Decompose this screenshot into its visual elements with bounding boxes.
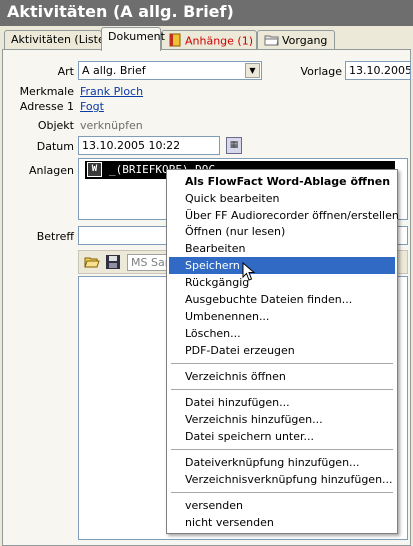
menu-item-pdf-datei-erzeugen[interactable]: PDF-Datei erzeugen <box>169 342 395 359</box>
tab-label: Aktivitäten (Liste) <box>11 33 110 46</box>
art-value: A allg. Brief <box>82 64 146 77</box>
menu-item-ausgebuchte-dateien-finden[interactable]: Ausgebuchte Dateien finden... <box>169 291 395 308</box>
anlagen-label: Anlagen <box>28 164 74 177</box>
datum-field[interactable]: 13.10.2005 10:22 <box>78 136 220 155</box>
chevron-down-icon[interactable]: ▼ <box>245 63 260 78</box>
vorlage-field[interactable]: 13.10.2005 <box>345 61 411 80</box>
tab-label: Vorgang <box>282 34 328 47</box>
tab-label: Dokument <box>108 30 165 43</box>
menu-item-oeffnen-nur-lesen[interactable]: Öffnen (nur lesen) <box>169 223 395 240</box>
menu-item-rueckgaengig[interactable]: Rückgängig <box>169 274 395 291</box>
menu-item-speichern[interactable]: Speichern <box>169 257 395 274</box>
vorlage-value: 13.10.2005 <box>349 64 411 77</box>
menu-separator <box>171 492 393 493</box>
merkmale-label: Merkmale <box>19 85 74 98</box>
menu-item-umbenennen[interactable]: Umbenennen... <box>169 308 395 325</box>
menu-separator <box>171 449 393 450</box>
adresse-label: Adresse 1 <box>19 100 74 113</box>
menu-item-bearbeiten[interactable]: Bearbeiten <box>169 240 395 257</box>
book-icon <box>168 33 182 50</box>
menu-item-dateiverknuepfung-hinzufuegen[interactable]: Dateiverknüpfung hinzufügen... <box>169 454 395 471</box>
art-label: Art <box>57 65 74 78</box>
menu-separator <box>171 389 393 390</box>
menu-item-nicht-versenden[interactable]: nicht versenden <box>169 514 395 531</box>
tab-dokument[interactable]: Dokument <box>101 27 165 51</box>
vorlage-label: Vorlage <box>300 65 342 78</box>
datum-label: Datum <box>36 140 74 153</box>
word-document-icon: W <box>87 162 102 177</box>
menu-item-loeschen[interactable]: Löschen... <box>169 325 395 342</box>
menu-item-datei-speichern-unter[interactable]: Datei speichern unter... <box>169 428 395 445</box>
objekt-link[interactable]: verknüpfen <box>80 119 143 132</box>
merkmale-link[interactable]: Frank Ploch <box>80 85 143 98</box>
datum-value: 13.10.2005 10:22 <box>82 139 181 152</box>
open-folder-icon[interactable] <box>84 254 100 270</box>
tab-label: Anhänge (1) <box>185 34 254 48</box>
menu-item-verzeichnis-hinzufuegen[interactable]: Verzeichnis hinzufügen... <box>169 411 395 428</box>
art-select[interactable]: A allg. Brief ▼ <box>78 61 262 80</box>
menu-item-audiorecorder[interactable]: Über FF Audiorecorder öffnen/erstellen <box>169 207 399 224</box>
tab-strip: Aktivitäten (Liste) Dokument Anhänge (1)… <box>0 26 413 51</box>
menu-item-versenden[interactable]: versenden <box>169 497 395 514</box>
tab-aktivitaeten-liste[interactable]: Aktivitäten (Liste) <box>4 30 109 50</box>
window-title: Aktivitäten (A allg. Brief) <box>0 0 413 26</box>
betreff-label: Betreff <box>36 230 74 243</box>
tab-vorgang[interactable]: Vorgang <box>257 30 335 50</box>
folder-icon <box>264 33 279 49</box>
context-menu: Als FlowFact Word-Ablage öffnen Quick be… <box>166 169 399 534</box>
objekt-label: Objekt <box>37 119 74 132</box>
calendar-icon[interactable]: ▦ <box>226 137 242 154</box>
tab-anhaenge[interactable]: Anhänge (1) <box>161 30 257 50</box>
save-icon[interactable] <box>105 254 121 270</box>
menu-item-quick-bearbeiten[interactable]: Quick bearbeiten <box>169 190 395 207</box>
mouse-pointer-icon <box>242 261 256 285</box>
menu-separator <box>171 363 393 364</box>
adresse-link[interactable]: Fogt <box>80 100 104 113</box>
menu-item-datei-hinzufuegen[interactable]: Datei hinzufügen... <box>169 394 395 411</box>
menu-item-als-flowfact-word-ablage-oeffnen[interactable]: Als FlowFact Word-Ablage öffnen <box>169 173 395 190</box>
menu-item-verzeichnisverknuepfung-hinzufuegen[interactable]: Verzeichnisverknüpfung hinzufügen... <box>169 471 395 488</box>
menu-item-verzeichnis-oeffnen[interactable]: Verzeichnis öffnen <box>169 368 395 385</box>
